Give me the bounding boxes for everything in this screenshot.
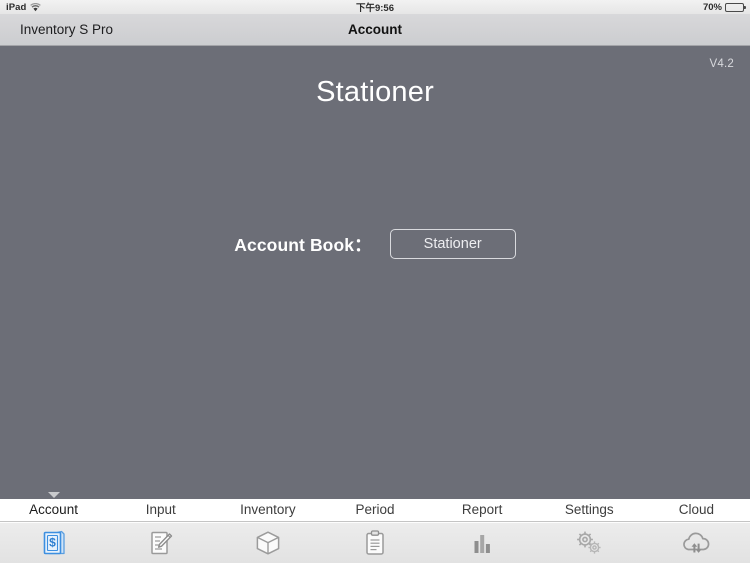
app-name-label: Inventory S Pro bbox=[20, 22, 114, 37]
account-book-title: Stationer bbox=[316, 76, 434, 108]
navigation-bar: Inventory S Pro Account bbox=[0, 14, 750, 46]
main-content: V4.2 Stationer Account Book： Stationer bbox=[0, 46, 750, 499]
tab-period[interactable] bbox=[321, 523, 428, 563]
status-bar-right: 70% bbox=[702, 1, 746, 13]
account-book-field-label: Account Book： bbox=[234, 234, 372, 255]
cloud-sync-icon[interactable] bbox=[681, 528, 711, 558]
wifi-icon bbox=[30, 2, 42, 12]
tab-bar: Account Input Inventory Period Report Se… bbox=[0, 492, 750, 563]
box-cube-icon[interactable] bbox=[253, 528, 283, 558]
tab-label-period[interactable]: Period bbox=[321, 499, 428, 521]
tab-cloud[interactable] bbox=[643, 523, 750, 563]
tab-label-account[interactable]: Account bbox=[0, 492, 107, 521]
tab-label-text-account: Account bbox=[29, 502, 78, 518]
tab-label-text-period: Period bbox=[355, 502, 395, 518]
bar-chart-icon[interactable] bbox=[467, 528, 497, 558]
ios-status-bar: iPad 下午9:56 70% bbox=[0, 0, 750, 14]
tab-report[interactable] bbox=[429, 523, 536, 563]
tab-settings[interactable] bbox=[536, 523, 643, 563]
tab-bar-labels: Account Input Inventory Period Report Se… bbox=[0, 492, 750, 522]
device-name-label: iPad bbox=[6, 1, 27, 13]
tab-label-settings[interactable]: Settings bbox=[536, 499, 643, 521]
tab-inventory[interactable] bbox=[214, 523, 321, 563]
pencil-note-icon[interactable] bbox=[146, 528, 176, 558]
tab-label-inventory[interactable]: Inventory bbox=[214, 499, 321, 521]
account-book-select-button[interactable]: Stationer bbox=[389, 229, 516, 259]
tab-label-text-input: Input bbox=[145, 502, 176, 518]
svg-text:$: $ bbox=[49, 536, 56, 550]
tab-bar-icons: $ bbox=[0, 522, 750, 563]
account-book-row: Account Book： Stationer bbox=[0, 229, 750, 259]
tab-account[interactable]: $ bbox=[0, 523, 107, 563]
tab-label-input[interactable]: Input bbox=[107, 499, 214, 521]
tab-label-text-settings: Settings bbox=[564, 502, 614, 518]
tab-label-text-inventory: Inventory bbox=[240, 502, 296, 518]
version-label: V4.2 bbox=[709, 58, 734, 70]
tab-label-report[interactable]: Report bbox=[429, 499, 536, 521]
status-bar-left: iPad bbox=[6, 1, 42, 13]
account-book-dollar-icon[interactable]: $ bbox=[39, 528, 69, 558]
gears-icon[interactable] bbox=[574, 528, 604, 558]
tab-label-text-cloud: Cloud bbox=[678, 502, 715, 518]
tab-input[interactable] bbox=[107, 523, 214, 563]
battery-percentage-label: 70% bbox=[702, 1, 722, 13]
battery-icon bbox=[725, 2, 746, 12]
tab-label-cloud[interactable]: Cloud bbox=[643, 499, 750, 521]
tab-label-text-report: Report bbox=[461, 502, 503, 518]
clipboard-icon[interactable] bbox=[360, 528, 390, 558]
active-tab-marker-icon bbox=[47, 492, 60, 498]
status-bar-clock: 下午9:56 bbox=[355, 3, 394, 14]
ipad-app-screen: iPad 下午9:56 70% Inventory S Pro Account … bbox=[0, 0, 750, 563]
